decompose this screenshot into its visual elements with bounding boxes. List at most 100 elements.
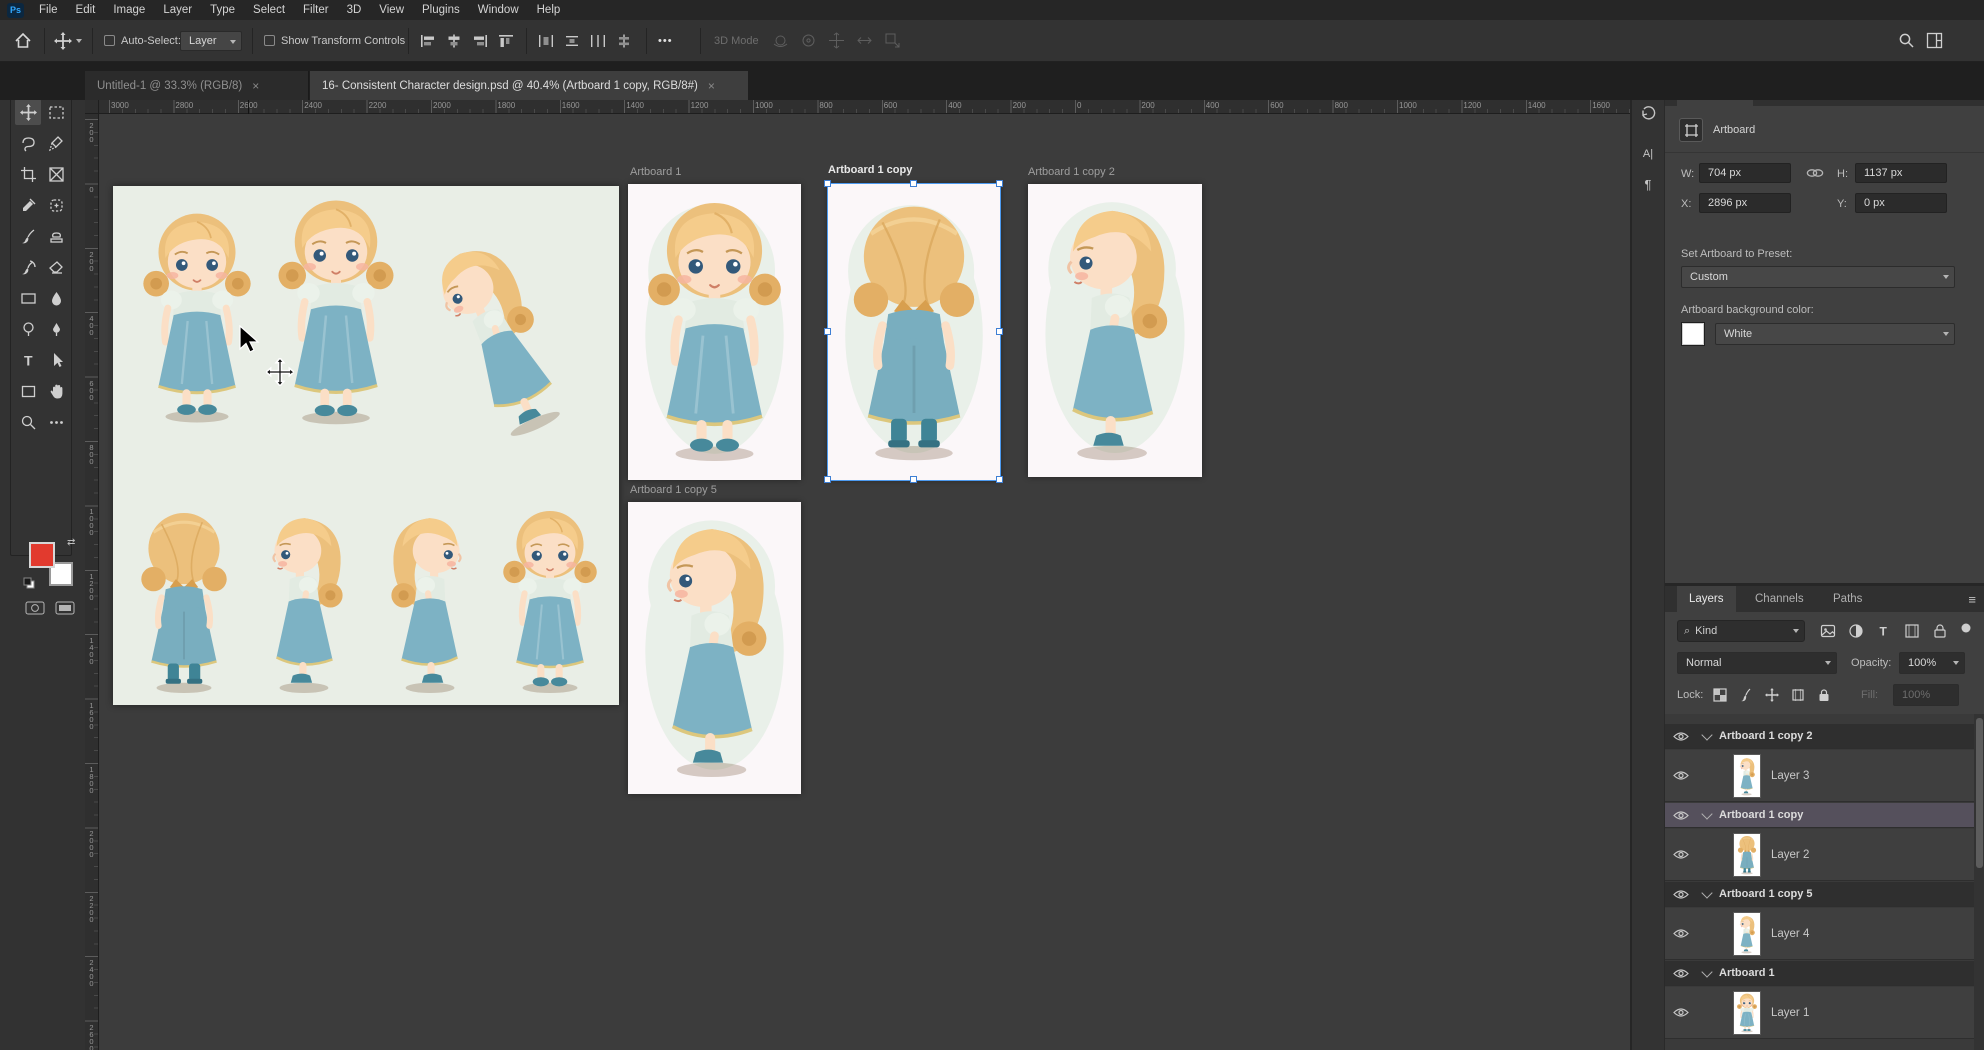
lock-position-icon[interactable] [1761, 684, 1783, 706]
visibility-eye-icon[interactable] [1673, 928, 1689, 939]
visibility-eye-icon[interactable] [1673, 849, 1689, 860]
layer-row-layer-1[interactable]: Layer 1 [1665, 987, 1974, 1039]
layer-row-artboard-1-copy-5[interactable]: Artboard 1 copy 5 [1665, 882, 1974, 907]
menu-item-view[interactable]: View [370, 0, 413, 20]
height-field[interactable]: 1137 px [1855, 163, 1947, 183]
blend-mode-dropdown[interactable]: Normal [1677, 652, 1837, 674]
layer-row-layer-3[interactable]: Layer 3 [1665, 750, 1974, 802]
auto-select-checkbox[interactable]: Auto-Select: [104, 20, 181, 61]
photoshop-logo[interactable]: Ps [7, 3, 24, 18]
layer-row-artboard-1-copy-2[interactable]: Artboard 1 copy 2 [1665, 724, 1974, 749]
history-brush-tool[interactable] [15, 254, 41, 280]
preset-dropdown[interactable]: Custom [1681, 266, 1955, 288]
layer-filter-dropdown[interactable]: ⌕ Kind [1677, 620, 1805, 642]
link-dimensions-icon[interactable] [1805, 164, 1825, 182]
workspace-switcher-icon[interactable] [1926, 20, 1943, 61]
transform-handle[interactable] [824, 476, 831, 483]
edit-toolbar-button[interactable] [43, 409, 69, 435]
layer-row-artboard-1-copy[interactable]: Artboard 1 copy [1665, 803, 1974, 828]
lock-all-icon[interactable] [1813, 684, 1835, 706]
transform-handle[interactable] [910, 180, 917, 187]
marquee-tool[interactable] [43, 99, 69, 125]
align-left-icon[interactable] [420, 20, 436, 61]
distribute-left-icon[interactable] [538, 20, 554, 61]
healing-patch-tool[interactable] [43, 192, 69, 218]
layer-thumbnail[interactable] [1733, 912, 1761, 956]
layer-row-layer-2[interactable]: Layer 2 [1665, 829, 1974, 881]
visibility-eye-icon[interactable] [1673, 731, 1689, 742]
document-tab-character-design[interactable]: 16- Consistent Character design.psd @ 40… [310, 71, 748, 100]
visibility-eye-icon[interactable] [1673, 968, 1689, 979]
ruler-origin-corner[interactable] [85, 100, 99, 114]
menu-item-select[interactable]: Select [244, 0, 294, 20]
more-align-options-button[interactable]: ••• [658, 20, 673, 61]
tab-paths[interactable]: Paths [1821, 586, 1874, 612]
hand-tool[interactable] [43, 378, 69, 404]
artboard-label-1[interactable]: Artboard 1 [630, 166, 681, 178]
chevron-down-icon[interactable] [1701, 966, 1712, 977]
ruler-left[interactable]: 2000200400600800100012001400160018002000… [85, 114, 99, 1050]
tab-layers[interactable]: Layers [1677, 586, 1736, 612]
align-right-icon[interactable] [472, 20, 488, 61]
foreground-color-swatch[interactable] [29, 542, 55, 568]
layer-row-artboard-1[interactable]: Artboard 1 [1665, 961, 1974, 986]
visibility-eye-icon[interactable] [1673, 1007, 1689, 1018]
crop-tool[interactable] [15, 161, 41, 187]
close-icon[interactable]: × [252, 79, 259, 93]
x-field[interactable]: 2896 px [1699, 193, 1791, 213]
artboard-1-copy-2[interactable] [1028, 184, 1202, 477]
transform-handle[interactable] [824, 328, 831, 335]
home-button[interactable] [14, 20, 32, 61]
align-center-horizontal-icon[interactable] [446, 20, 462, 61]
auto-select-target-dropdown[interactable]: Layer [180, 20, 242, 61]
filter-shape-layers-icon[interactable] [1901, 620, 1923, 642]
menu-item-filter[interactable]: Filter [294, 0, 338, 20]
eyedropper-tool[interactable] [15, 192, 41, 218]
artboard-1-copy[interactable] [828, 184, 1000, 480]
gradient-tool[interactable] [15, 285, 41, 311]
filter-smart-objects-icon[interactable] [1929, 620, 1951, 642]
rectangle-tool[interactable] [15, 378, 41, 404]
filtering-toggle-icon[interactable] [1955, 617, 1977, 639]
panel-menu-icon[interactable]: ≡ [1968, 592, 1976, 607]
transform-handle[interactable] [996, 180, 1003, 187]
transform-handle[interactable] [996, 476, 1003, 483]
menu-item-help[interactable]: Help [528, 0, 570, 20]
screen-mode-button[interactable] [53, 599, 77, 617]
filter-pixel-layers-icon[interactable] [1817, 620, 1839, 642]
transform-handle[interactable] [824, 180, 831, 187]
blur-tool[interactable] [43, 285, 69, 311]
transform-handle[interactable] [996, 328, 1003, 335]
align-top-icon[interactable] [498, 20, 514, 61]
chevron-down-icon[interactable] [1701, 887, 1712, 898]
visibility-eye-icon[interactable] [1673, 770, 1689, 781]
chevron-down-icon[interactable] [1701, 729, 1712, 740]
distribute-right-icon[interactable] [590, 20, 606, 61]
path-selection-tool[interactable] [43, 347, 69, 373]
lock-transparent-pixels-icon[interactable] [1709, 684, 1731, 706]
close-icon[interactable]: × [708, 79, 715, 93]
tab-channels[interactable]: Channels [1743, 586, 1816, 612]
menu-item-image[interactable]: Image [104, 0, 154, 20]
y-field[interactable]: 0 px [1855, 193, 1947, 213]
search-icon[interactable] [1898, 20, 1915, 61]
opacity-field[interactable]: 100% [1899, 652, 1965, 674]
ruler-top[interactable]: 3000280026002400220020001800160014001200… [99, 100, 1630, 114]
pen-tool[interactable] [43, 316, 69, 342]
visibility-eye-icon[interactable] [1673, 810, 1689, 821]
lasso-tool[interactable] [15, 130, 41, 156]
artboard-label-1-copy[interactable]: Artboard 1 copy [828, 164, 912, 176]
eraser-tool[interactable] [43, 254, 69, 280]
visibility-eye-icon[interactable] [1673, 889, 1689, 900]
default-colors-icon[interactable] [23, 577, 35, 589]
menu-item-window[interactable]: Window [469, 0, 528, 20]
lock-artboard-nesting-icon[interactable] [1787, 684, 1809, 706]
menu-item-file[interactable]: File [30, 0, 67, 20]
quick-mask-button[interactable] [23, 599, 47, 617]
background-color-dropdown[interactable]: White [1715, 323, 1955, 345]
lock-image-pixels-icon[interactable] [1735, 684, 1757, 706]
frame-tool[interactable] [43, 161, 69, 187]
scrollbar-thumb[interactable] [1976, 718, 1983, 868]
transform-handle[interactable] [910, 476, 917, 483]
artboard-bg-swatch[interactable] [1681, 322, 1705, 346]
